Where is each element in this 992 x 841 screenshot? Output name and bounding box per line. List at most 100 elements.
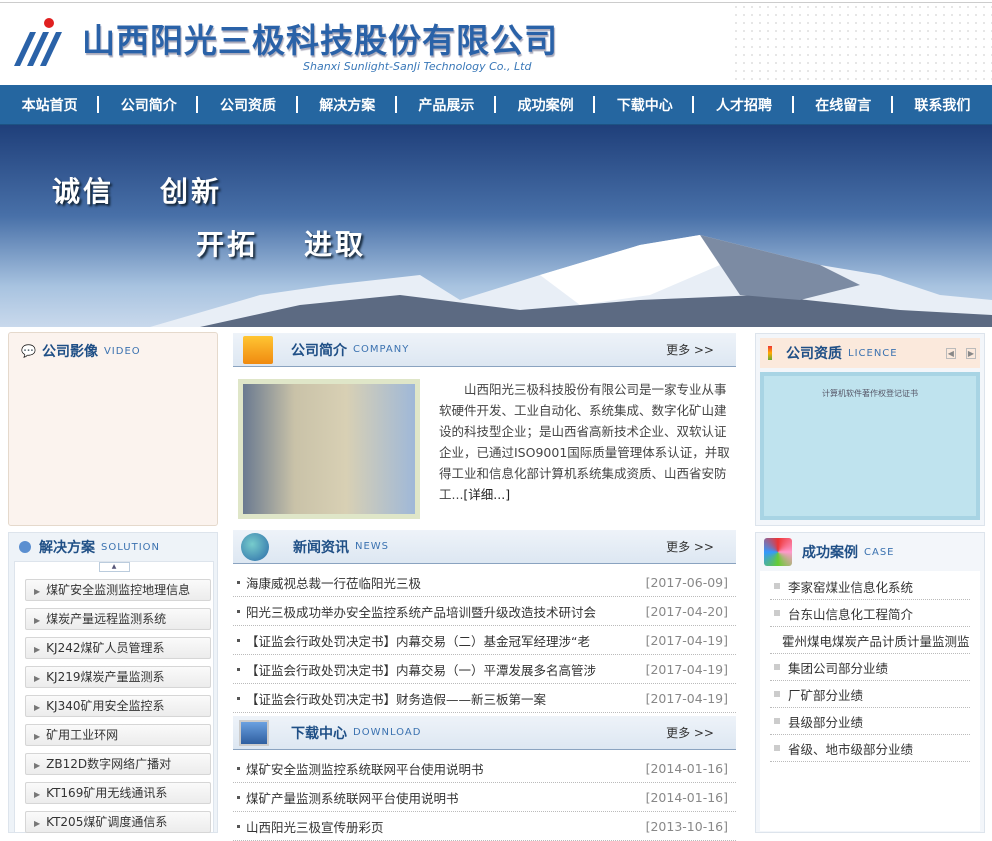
news-item[interactable]: 【证监会行政处罚决定书】财务造假——新三板第一案 [2017-04-19] <box>233 684 736 713</box>
nav-qualification[interactable]: 公司资质 <box>198 95 298 115</box>
triangle-icon: ▶ <box>34 616 41 625</box>
company-detail-link[interactable]: [详细...] <box>463 487 510 502</box>
news-item-title[interactable]: 【证监会行政处罚决定书】内幕交易（二）基金冠军经理涉“老 <box>246 631 646 650</box>
cases-title: 成功案例 <box>802 545 858 561</box>
case-label[interactable]: 省级、地市级部分业绩 <box>788 739 913 758</box>
case-item[interactable]: 集团公司部分业绩 <box>770 654 970 681</box>
solution-item[interactable]: ▶ 煤矿安全监测监控地理信息 <box>25 579 211 601</box>
bullet-icon <box>237 795 240 799</box>
solution-en: SOLUTION <box>101 541 161 553</box>
solution-label: KT205煤矿调度通信系 <box>46 815 168 829</box>
nav-products[interactable]: 产品展示 <box>397 95 497 115</box>
solution-header: 解决方案 SOLUTION <box>9 533 217 561</box>
solution-item[interactable]: ▶ 矿用工业环网 <box>25 724 211 746</box>
download-en: DOWNLOAD <box>353 727 422 738</box>
square-bullet-icon <box>774 583 780 589</box>
slogan-progress: 进取 <box>304 228 367 261</box>
licence-header: 公司资质 LICENCE ◀ ▶ <box>760 338 980 368</box>
case-label[interactable]: 李家窑煤业信息化系统 <box>788 577 913 596</box>
triangle-icon: ▶ <box>34 732 41 741</box>
download-list: 煤矿安全监测监控系统联网平台使用说明书 [2014-01-16] 煤矿产量监测系统… <box>233 750 736 841</box>
cubes-icon <box>764 538 792 566</box>
news-item-date: [2017-04-19] <box>645 661 728 677</box>
solution-item[interactable]: ▶ KJ340矿用安全监控系 <box>25 695 211 717</box>
company-title: 公司简介 <box>291 342 347 359</box>
video-en: VIDEO <box>103 345 141 357</box>
bar-icon <box>768 346 772 360</box>
news-item-date: [2017-04-20] <box>645 603 728 619</box>
case-item[interactable]: 县级部分业绩 <box>770 708 970 735</box>
download-item-title[interactable]: 煤矿安全监测监控系统联网平台使用说明书 <box>246 759 646 778</box>
company-name-cn: 山西阳光三极科技股份有限公司 <box>82 21 558 60</box>
case-item[interactable]: 台东山信息化工程简介 <box>770 600 970 627</box>
nav-message[interactable]: 在线留言 <box>794 95 894 115</box>
prev-arrow-button[interactable]: ◀ <box>945 347 956 359</box>
nav-contact[interactable]: 联系我们 <box>893 95 992 115</box>
solution-label: 煤矿安全监测监控地理信息 <box>46 583 191 597</box>
solution-item[interactable]: ▶ KJ242煤矿人员管理系 <box>25 637 211 659</box>
download-item-title[interactable]: 煤矿产量监测系统联网平台使用说明书 <box>246 788 646 807</box>
news-item-title[interactable]: 海康威视总裁一行莅临阳光三极 <box>246 573 646 592</box>
globe-icon <box>241 532 269 561</box>
case-label[interactable]: 霍州煤电煤炭产品计质计量监测监控系统 <box>782 631 970 650</box>
case-item[interactable]: 省级、地市级部分业绩 <box>770 735 970 762</box>
case-item[interactable]: 李家窑煤业信息化系统 <box>770 573 970 600</box>
bullet-icon <box>237 766 240 770</box>
company-en: COMPANY <box>353 344 410 355</box>
nav-downloads[interactable]: 下载中心 <box>595 95 695 115</box>
next-arrow-button[interactable]: ▶ <box>965 347 976 359</box>
computer-icon <box>239 719 269 746</box>
news-item[interactable]: 海康威视总裁一行莅临阳光三极 [2017-06-09] <box>233 568 736 597</box>
news-item-title[interactable]: 阳光三极成功举办安全监控系统产品培训暨升级改造技术研讨会 <box>246 602 646 621</box>
company-more-link[interactable]: 更多 >> <box>666 341 714 358</box>
triangle-icon: ▶ <box>34 587 41 596</box>
solution-item[interactable]: ▶ KT169矿用无线通讯系 <box>25 782 211 804</box>
case-label[interactable]: 集团公司部分业绩 <box>788 658 888 677</box>
solution-item[interactable]: ▶ 煤炭产量远程监测系统 <box>25 608 211 630</box>
news-item-title[interactable]: 【证监会行政处罚决定书】财务造假——新三板第一案 <box>246 689 646 708</box>
news-list: 海康威视总裁一行莅临阳光三极 [2017-06-09] 阳光三极成功举办安全监控系… <box>233 564 736 713</box>
scroll-up-button[interactable]: ▲ <box>98 562 130 572</box>
nav-home[interactable]: 本站首页 <box>0 95 100 115</box>
download-item[interactable]: 山西阳光三极宣传册彩页 [2013-10-16] <box>233 812 736 841</box>
square-bullet-icon <box>774 745 780 751</box>
chat-bubble-icon: 💬 <box>21 344 36 358</box>
video-title: 公司影像 <box>41 344 98 360</box>
news-item[interactable]: 阳光三极成功举办安全监控系统产品培训暨升级改造技术研讨会 [2017-04-20] <box>233 597 736 626</box>
nav-solutions[interactable]: 解决方案 <box>298 95 398 115</box>
bullet-icon <box>237 696 240 700</box>
download-more-link[interactable]: 更多 >> <box>666 724 714 741</box>
news-item[interactable]: 【证监会行政处罚决定书】内幕交易（二）基金冠军经理涉“老 [2017-04-19] <box>233 626 736 655</box>
news-section: 新闻资讯 NEWS 更多 >> 海康威视总裁一行莅临阳光三极 [2017-06-0… <box>233 530 736 713</box>
case-label[interactable]: 县级部分业绩 <box>788 712 863 731</box>
bullet-icon <box>237 824 240 828</box>
solution-label: KJ219煤炭产量监测系 <box>46 670 165 684</box>
solution-item[interactable]: ▶ KT205煤矿调度通信系 <box>25 811 211 833</box>
main-nav: 本站首页 公司简介 公司资质 解决方案 产品展示 成功案例 下载中心 人才招聘 … <box>0 85 992 125</box>
company-name-en: Shanxi Sunlight-SanJi Technology Co., Lt… <box>303 60 532 73</box>
news-item-date: [2017-04-19] <box>645 690 728 706</box>
news-more-link[interactable]: 更多 >> <box>666 538 714 555</box>
square-bullet-icon <box>774 718 780 724</box>
nav-jobs[interactable]: 人才招聘 <box>694 95 794 115</box>
news-item-date: [2017-06-09] <box>645 574 728 590</box>
download-header: 下载中心 DOWNLOAD 更多 >> <box>233 716 736 750</box>
arrow-circle-icon <box>19 541 31 553</box>
case-item[interactable]: 霍州煤电煤炭产品计质计量监测监控系统 <box>770 627 970 654</box>
case-label[interactable]: 厂矿部分业绩 <box>788 685 863 704</box>
video-panel: 💬 公司影像 VIDEO <box>8 332 218 526</box>
case-item[interactable]: 厂矿部分业绩 <box>770 681 970 708</box>
case-label[interactable]: 台东山信息化工程简介 <box>788 604 913 623</box>
download-item[interactable]: 煤矿产量监测系统联网平台使用说明书 [2014-01-16] <box>233 783 736 812</box>
solution-label: KJ242煤矿人员管理系 <box>46 641 165 655</box>
nav-about[interactable]: 公司简介 <box>99 95 199 115</box>
news-item-title[interactable]: 【证监会行政处罚决定书】内幕交易（一）平潭发展多名高管涉 <box>246 660 646 679</box>
bullet-icon <box>237 638 240 642</box>
download-item[interactable]: 煤矿安全监测监控系统联网平台使用说明书 [2014-01-16] <box>233 754 736 783</box>
slogan-integrity: 诚信 <box>52 175 115 208</box>
triangle-icon: ▶ <box>34 703 41 712</box>
solution-item[interactable]: ▶ ZB12D数字网络广播对 <box>25 753 211 775</box>
solution-item[interactable]: ▶ KJ219煤炭产量监测系 <box>25 666 211 688</box>
nav-cases[interactable]: 成功案例 <box>496 95 596 115</box>
news-item[interactable]: 【证监会行政处罚决定书】内幕交易（一）平潭发展多名高管涉 [2017-04-19] <box>233 655 736 684</box>
